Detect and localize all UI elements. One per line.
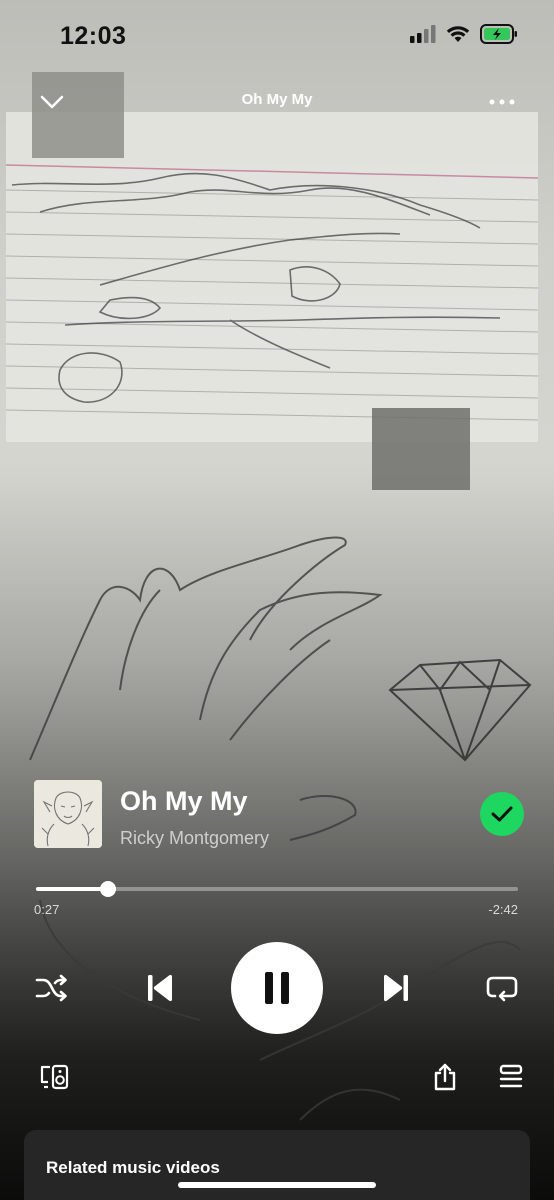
repeat-icon [486,976,518,1002]
progress-fill [36,887,109,891]
previous-track-button[interactable] [140,968,180,1008]
share-icon [434,1063,456,1091]
wifi-icon [446,25,470,48]
connect-device-icon [40,1064,69,1090]
time-elapsed: 0:27 [34,902,60,917]
shuffle-icon [35,974,67,1002]
queue-button[interactable] [494,1060,528,1094]
skip-previous-icon [148,974,172,1002]
share-button[interactable] [428,1060,462,1094]
time-remaining: -2:42 [488,902,518,917]
more-options-button[interactable] [486,86,518,118]
status-icons [410,24,518,49]
player-header: Oh My My [0,84,554,118]
bottom-actions [0,1058,554,1098]
connect-device-button[interactable] [36,1060,72,1094]
playback-progress-bar[interactable] [36,881,518,897]
shuffle-button[interactable] [32,970,72,1006]
status-time: 12:03 [60,22,127,50]
home-indicator [178,1182,376,1188]
pause-icon [265,972,289,1004]
cellular-signal-icon [410,25,436,48]
saved-to-library-button[interactable] [480,792,524,836]
related-music-videos-label: Related music videos [46,1158,220,1177]
status-bar: 12:03 [0,0,554,70]
more-horizontal-icon [489,99,515,105]
song-title[interactable]: Oh My My [120,786,248,817]
repeat-button[interactable] [482,970,522,1006]
artist-name[interactable]: Ricky Montgomery [120,828,269,849]
related-music-videos-card[interactable]: Related music videos [24,1130,530,1200]
album-art-thumbnail[interactable] [34,780,102,848]
header-title: Oh My My [241,91,313,108]
play-pause-button[interactable] [231,942,323,1034]
track-info: Oh My My Ricky Montgomery [34,778,524,850]
checkmark-icon [491,806,513,822]
playback-controls [0,940,554,1034]
queue-icon [499,1064,523,1088]
skip-next-icon [384,974,408,1002]
battery-charging-icon [480,24,518,49]
next-track-button[interactable] [376,968,416,1008]
